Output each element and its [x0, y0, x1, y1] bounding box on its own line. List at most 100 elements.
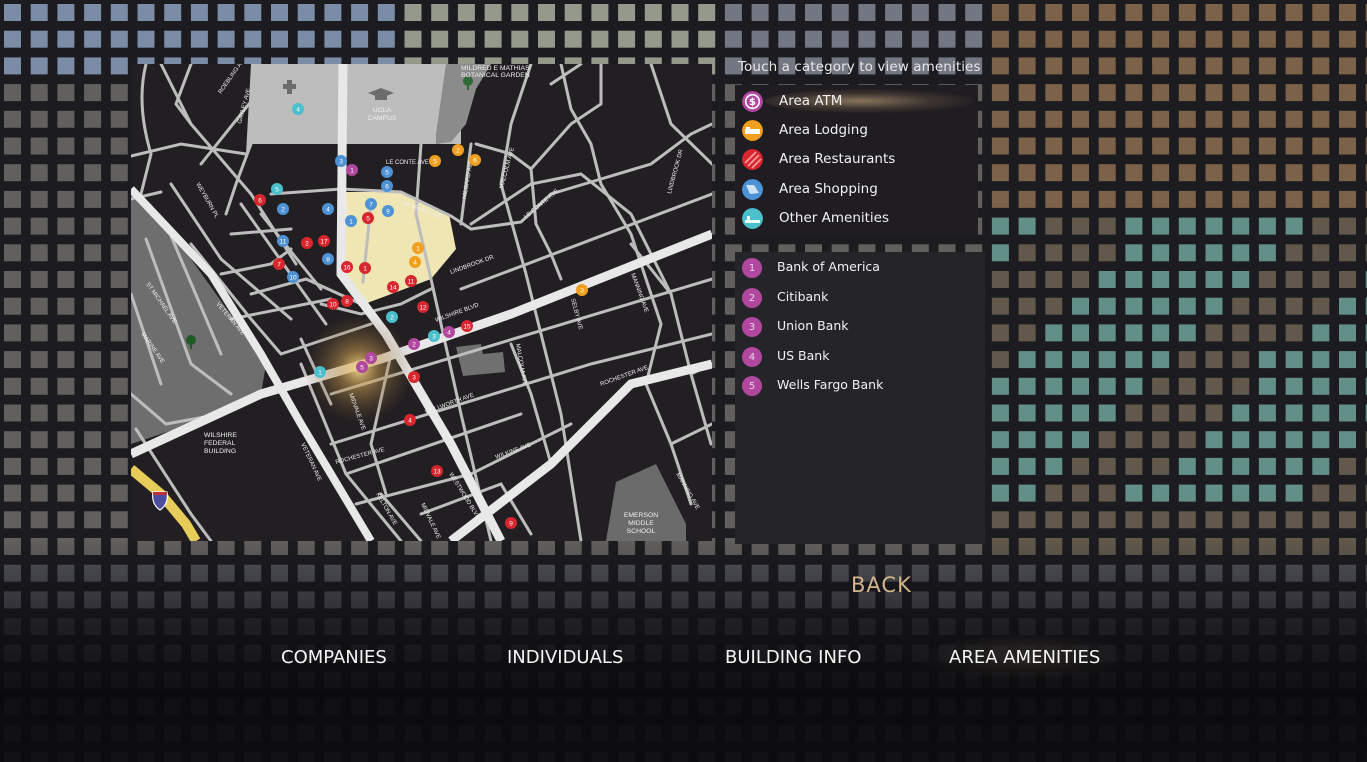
list-item[interactable]: 5 Wells Fargo Bank — [735, 371, 985, 399]
list-item[interactable]: 3 Union Bank — [735, 312, 985, 340]
window-tile — [84, 4, 102, 21]
map-pin-restaurant[interactable]: 12 — [417, 301, 429, 313]
back-button[interactable]: BACK — [851, 573, 912, 597]
map-pin-atm[interactable]: 3 — [365, 352, 377, 364]
map-pin-restaurant[interactable]: 8 — [341, 295, 353, 307]
map-pin-shopping[interactable]: 4 — [322, 203, 334, 215]
map-pin-lodging[interactable]: 1 — [412, 242, 424, 254]
map-pin-shopping[interactable]: 1 — [345, 215, 357, 227]
map-pin-restaurant[interactable]: 17 — [318, 235, 330, 247]
window-tile — [4, 271, 21, 288]
map-pin-shopping[interactable]: 6 — [381, 180, 393, 192]
window-tile — [1045, 431, 1063, 449]
window-tile — [484, 4, 502, 21]
map-pin-shopping[interactable]: 8 — [322, 253, 334, 265]
window-tile — [297, 4, 315, 21]
map-pin-shopping[interactable]: 3 — [335, 155, 347, 167]
list-item[interactable]: 4 US Bank — [735, 342, 985, 370]
label-garden-1: MILDRED E MATHIAS — [461, 65, 530, 72]
map-pin-restaurant[interactable]: 13 — [431, 465, 443, 477]
list-item[interactable]: 2 Citibank — [735, 283, 985, 311]
window-tile — [57, 698, 75, 716]
window-tile — [431, 564, 449, 582]
window-tile — [1098, 84, 1116, 102]
nav-companies[interactable]: COMPANIES — [281, 647, 387, 668]
map-pin-restaurant[interactable]: 7 — [273, 258, 285, 270]
category-area-restaurants[interactable]: Area Restaurants — [735, 145, 978, 173]
window-tile — [671, 591, 689, 609]
map-pin-restaurant[interactable]: 14 — [387, 281, 399, 293]
map-pin-shopping[interactable]: 7 — [365, 198, 377, 210]
map-pin-other[interactable]: 3 — [428, 330, 440, 342]
window-tile — [1232, 30, 1250, 48]
window-tile — [324, 4, 342, 21]
map-pin-shopping[interactable]: 11 — [277, 235, 289, 247]
map-pin-atm[interactable]: 4 — [443, 326, 455, 338]
nav-individuals[interactable]: INDIVIDUALS — [507, 647, 623, 668]
window-tile — [1098, 297, 1116, 315]
map-pin-atm[interactable]: 2 — [408, 338, 420, 350]
window-tile — [164, 30, 182, 48]
map-pin-other[interactable]: 4 — [292, 103, 304, 115]
map-pin-atm[interactable]: 5 — [356, 361, 368, 373]
map-pin-shopping[interactable]: 5 — [381, 166, 393, 178]
window-tile — [1045, 30, 1063, 48]
window-tile — [271, 751, 288, 762]
map-pin-restaurant[interactable]: 11 — [405, 275, 417, 287]
map-pin-restaurant[interactable]: 6 — [254, 194, 266, 206]
pin-number: 10 — [289, 274, 297, 281]
map-pin-other[interactable]: 2 — [386, 311, 398, 323]
map-pin-shopping[interactable]: 10 — [287, 271, 299, 283]
window-tile — [1098, 351, 1116, 369]
category-area-atm[interactable]: $ Area ATM — [735, 87, 978, 115]
window-tile — [57, 297, 75, 315]
nav-building-info[interactable]: BUILDING INFO — [725, 647, 861, 668]
map-pin-lodging[interactable]: 2 — [452, 144, 464, 156]
window-tile — [1232, 324, 1250, 342]
window-tile — [1312, 271, 1330, 288]
map-pin-restaurant[interactable]: 15 — [461, 320, 473, 332]
window-tile — [84, 217, 102, 235]
window-tile — [1098, 110, 1116, 128]
window-tile — [911, 591, 929, 609]
window-tile — [377, 30, 395, 48]
map-pin-other[interactable]: 1 — [314, 366, 326, 378]
map-pin-restaurant[interactable]: 3 — [408, 371, 420, 383]
window-tile — [724, 30, 742, 48]
category-other-amenities[interactable]: Other Amenities — [735, 204, 978, 232]
window-tile — [84, 324, 102, 342]
window-tile — [110, 110, 128, 128]
map-pin-lodging[interactable]: 6 — [469, 154, 481, 166]
window-tile — [1232, 698, 1250, 716]
nav-area-amenities[interactable]: AREA AMENITIES — [918, 635, 1131, 681]
window-tile — [1339, 84, 1356, 102]
map-pin-atm[interactable]: 1 — [346, 164, 358, 176]
window-tile — [4, 30, 21, 48]
map-pin-restaurant[interactable]: 9 — [505, 517, 517, 529]
window-tile — [1232, 297, 1250, 315]
map-pin-lodging[interactable]: 4 — [409, 256, 421, 268]
window-tile — [885, 671, 903, 689]
map-pin-shopping[interactable]: 2 — [277, 203, 289, 215]
map-pin-restaurant[interactable]: 5 — [362, 212, 374, 224]
window-tile — [778, 698, 796, 716]
map-pin-restaurant[interactable]: 1 — [359, 262, 371, 274]
map-pin-restaurant[interactable]: 16 — [341, 261, 353, 273]
map-pin-restaurant[interactable]: 2 — [301, 237, 313, 249]
map-pin-shopping[interactable]: 9 — [382, 205, 394, 217]
map-pin-lodging[interactable]: 5 — [429, 155, 441, 167]
window-tile — [591, 724, 609, 742]
area-map[interactable]: MILDRED E MATHIAS BOTANICAL GARDEN UCLA … — [131, 64, 712, 541]
map-pin-restaurant[interactable]: 4 — [404, 414, 416, 426]
category-area-lodging[interactable]: Area Lodging — [735, 116, 978, 144]
list-item[interactable]: 1 Bank of America — [735, 253, 985, 281]
window-tile — [30, 431, 48, 449]
map-pin-lodging[interactable]: 3 — [576, 284, 588, 296]
window-tile — [751, 618, 769, 636]
map-pin-restaurant[interactable]: 10 — [327, 298, 339, 310]
category-area-shopping[interactable]: Area Shopping — [735, 175, 978, 203]
window-tile — [110, 484, 128, 502]
window-tile — [297, 30, 315, 48]
window-tile — [404, 751, 422, 762]
map-pin-other[interactable]: 5 — [271, 183, 283, 195]
